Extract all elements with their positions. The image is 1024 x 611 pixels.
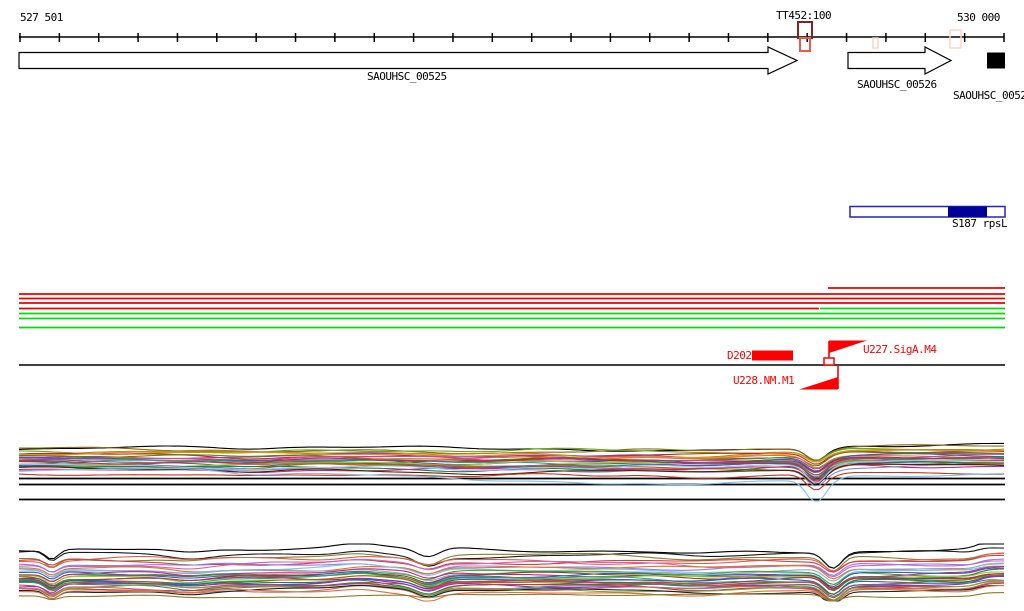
promoter-label-u228: U228.NM.M1 <box>733 374 795 387</box>
genome-browser-window: 527 501 TT452:100 530 000 SAOUHSC_00525 … <box>0 0 1024 611</box>
promoter-u227-flag[interactable] <box>829 340 867 354</box>
browser-canvas <box>18 21 1006 602</box>
cds-rect-saouhsc-0052[interactable] <box>987 52 1005 69</box>
rpsl-gene-bar-filled-segment[interactable] <box>948 206 987 218</box>
ruler-feature-wide-box[interactable] <box>949 29 962 49</box>
feature-label-tt452: TT452:100 <box>776 9 832 22</box>
ruler-feature-small-box[interactable] <box>872 37 879 49</box>
gene-label-saouhsc-0052: SAOUHSC_0052 <box>953 89 1024 102</box>
promoter-u228-flag[interactable] <box>799 377 838 390</box>
ruler-start-coordinate: 527 501 <box>20 11 63 24</box>
ruler-end-coordinate: 530 000 <box>957 11 1000 24</box>
gene-arrow-saouhsc-00526[interactable] <box>847 46 953 75</box>
rpsl-bar-label: S187 rpsL <box>952 217 1008 230</box>
coverage-plot-2-series-29 <box>18 592 1005 602</box>
promoter-u227-base-box[interactable] <box>823 357 835 366</box>
tt452-terminator-inner-box[interactable] <box>799 37 811 52</box>
promoter-label-u227: U227.SigA.M4 <box>863 343 937 356</box>
promoter-d202-box[interactable] <box>752 350 793 361</box>
gene-label-saouhsc-00525: SAOUHSC_00525 <box>367 70 447 83</box>
promoter-label-d202: D202 <box>727 349 752 362</box>
tt452-terminator-outer-box[interactable] <box>797 21 813 39</box>
gene-label-saouhsc-00526: SAOUHSC_00526 <box>857 78 937 91</box>
